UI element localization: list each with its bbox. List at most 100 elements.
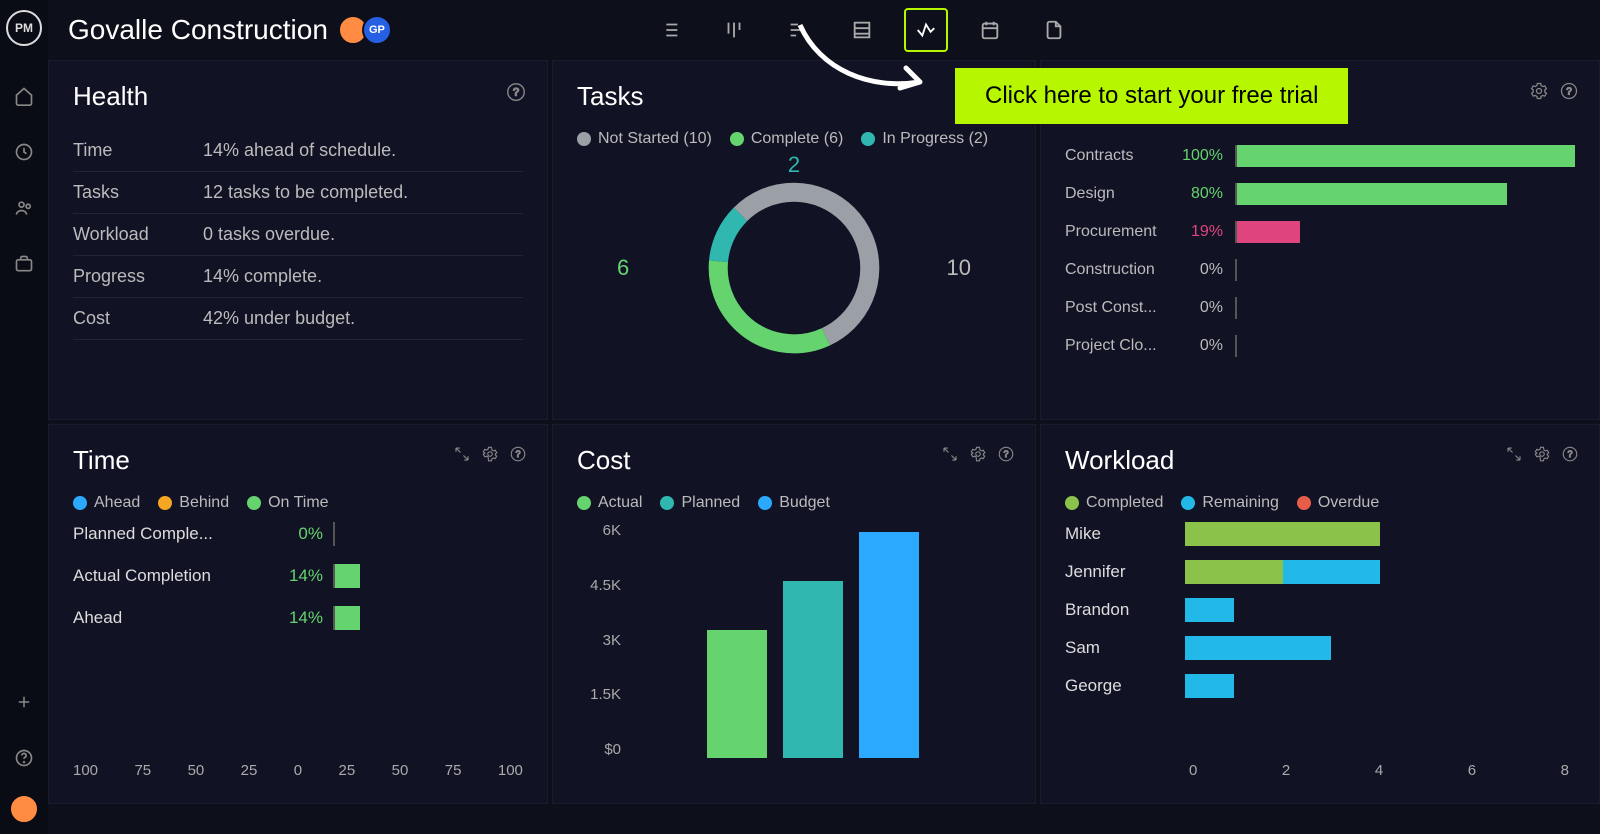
progress-row: Project Clo... 0% (1065, 335, 1575, 357)
expand-icon[interactable] (453, 445, 471, 463)
legend-label: Complete (6) (751, 130, 843, 148)
workload-seg (1185, 598, 1234, 622)
collaborator-avatars[interactable]: GP (344, 15, 392, 45)
settings-icon[interactable] (481, 445, 499, 463)
time-value: 0% (273, 524, 323, 544)
time-axis: 1007550250255075100 (73, 762, 523, 779)
legend-item[interactable]: Budget (758, 494, 830, 512)
home-icon[interactable] (4, 76, 44, 116)
health-row: Workload0 tasks overdue. (73, 214, 523, 256)
view-dashboard-icon[interactable] (904, 8, 948, 52)
progress-bar (1235, 221, 1575, 243)
tasks-legend: Not Started (10) Complete (6) In Progress … (577, 130, 1011, 148)
legend-dot (73, 496, 87, 510)
top-bar: Govalle Construction GP (48, 0, 1600, 60)
legend-item[interactable]: On Time (247, 494, 328, 512)
time-bar (333, 564, 523, 588)
expand-icon[interactable] (1505, 445, 1523, 463)
time-name: Ahead (73, 608, 273, 628)
health-row: Tasks12 tasks to be completed. (73, 172, 523, 214)
health-card: Health ? Time14% ahead of schedule.Tasks… (48, 60, 548, 420)
progress-name: Post Const... (1065, 299, 1165, 317)
progress-value: 80% (1177, 185, 1223, 203)
legend-item[interactable]: Behind (158, 494, 229, 512)
view-board-icon[interactable] (712, 8, 756, 52)
health-key: Progress (73, 266, 203, 287)
team-icon[interactable] (4, 188, 44, 228)
view-sheet-icon[interactable] (840, 8, 884, 52)
progress-bar (1235, 145, 1575, 167)
progress-row: Procurement 19% (1065, 221, 1575, 243)
axis-tick: 3K (577, 632, 621, 649)
cost-bar (783, 581, 843, 758)
app-logo[interactable]: PM (6, 10, 42, 46)
time-card: Time ? AheadBehindOn Time Planned Comple… (48, 424, 548, 804)
workload-seg (1185, 636, 1331, 660)
help-icon[interactable]: ? (505, 81, 527, 103)
legend-dot (577, 496, 591, 510)
portfolio-icon[interactable] (4, 244, 44, 284)
donut-label-left: 6 (617, 255, 629, 281)
help-icon[interactable]: ? (997, 445, 1015, 463)
legend-dot (1297, 496, 1311, 510)
legend-dot (758, 496, 772, 510)
legend-item[interactable]: Completed (1065, 494, 1163, 512)
axis-tick: 1.5K (577, 686, 621, 703)
progress-name: Contracts (1065, 147, 1165, 165)
workload-row: Mike (1065, 522, 1575, 546)
expand-icon[interactable] (941, 445, 959, 463)
workload-name: Jennifer (1065, 562, 1185, 582)
workload-row: Jennifer (1065, 560, 1575, 584)
legend-dot (730, 132, 744, 146)
legend-item[interactable]: Remaining (1181, 494, 1278, 512)
user-avatar[interactable] (9, 794, 39, 824)
legend-item[interactable]: Planned (660, 494, 740, 512)
workload-legend: Completed Remaining Overdue (1065, 494, 1575, 512)
progress-value: 0% (1177, 261, 1223, 279)
progress-value: 0% (1177, 337, 1223, 355)
help-icon[interactable] (4, 738, 44, 778)
svg-text:?: ? (1566, 86, 1572, 97)
progress-name: Design (1065, 185, 1165, 203)
time-row: Ahead 14% (73, 606, 523, 630)
view-files-icon[interactable] (1032, 8, 1076, 52)
legend-item[interactable]: Actual (577, 494, 642, 512)
view-calendar-icon[interactable] (968, 8, 1012, 52)
workload-bar (1185, 560, 1575, 584)
legend-label: Remaining (1202, 494, 1278, 512)
recent-icon[interactable] (4, 132, 44, 172)
settings-icon[interactable] (969, 445, 987, 463)
legend-item[interactable]: In Progress (2) (861, 130, 988, 148)
free-trial-cta[interactable]: Click here to start your free trial (955, 68, 1348, 124)
add-icon[interactable] (4, 682, 44, 722)
legend-item[interactable]: Ahead (73, 494, 140, 512)
workload-rows: MikeJenniferBrandonSamGeorge (1065, 522, 1575, 698)
axis-tick: $0 (577, 741, 621, 758)
workload-bar (1185, 522, 1575, 546)
legend-item[interactable]: Overdue (1297, 494, 1379, 512)
health-value: 12 tasks to be completed. (203, 182, 408, 203)
view-list-icon[interactable] (648, 8, 692, 52)
legend-item[interactable]: Complete (6) (730, 130, 843, 148)
workload-bar (1185, 674, 1575, 698)
axis-tick: 4 (1375, 762, 1383, 779)
axis-tick: 25 (241, 762, 258, 779)
help-icon[interactable]: ? (1561, 445, 1579, 463)
progress-row: Design 80% (1065, 183, 1575, 205)
legend-dot (1065, 496, 1079, 510)
health-value: 14% ahead of schedule. (203, 140, 396, 161)
help-icon[interactable]: ? (509, 445, 527, 463)
legend-label: Overdue (1318, 494, 1379, 512)
axis-tick: 0 (294, 762, 302, 779)
help-icon[interactable]: ? (1559, 81, 1579, 101)
settings-icon[interactable] (1529, 81, 1549, 101)
axis-tick: 4.5K (577, 577, 621, 594)
time-bar (333, 606, 523, 630)
settings-icon[interactable] (1533, 445, 1551, 463)
legend-dot (1181, 496, 1195, 510)
health-value: 14% complete. (203, 266, 322, 287)
view-gantt-icon[interactable] (776, 8, 820, 52)
avatar-collaborator-2[interactable]: GP (362, 15, 392, 45)
legend-item[interactable]: Not Started (10) (577, 130, 712, 148)
card-title-tasks: Tasks (577, 81, 1011, 112)
